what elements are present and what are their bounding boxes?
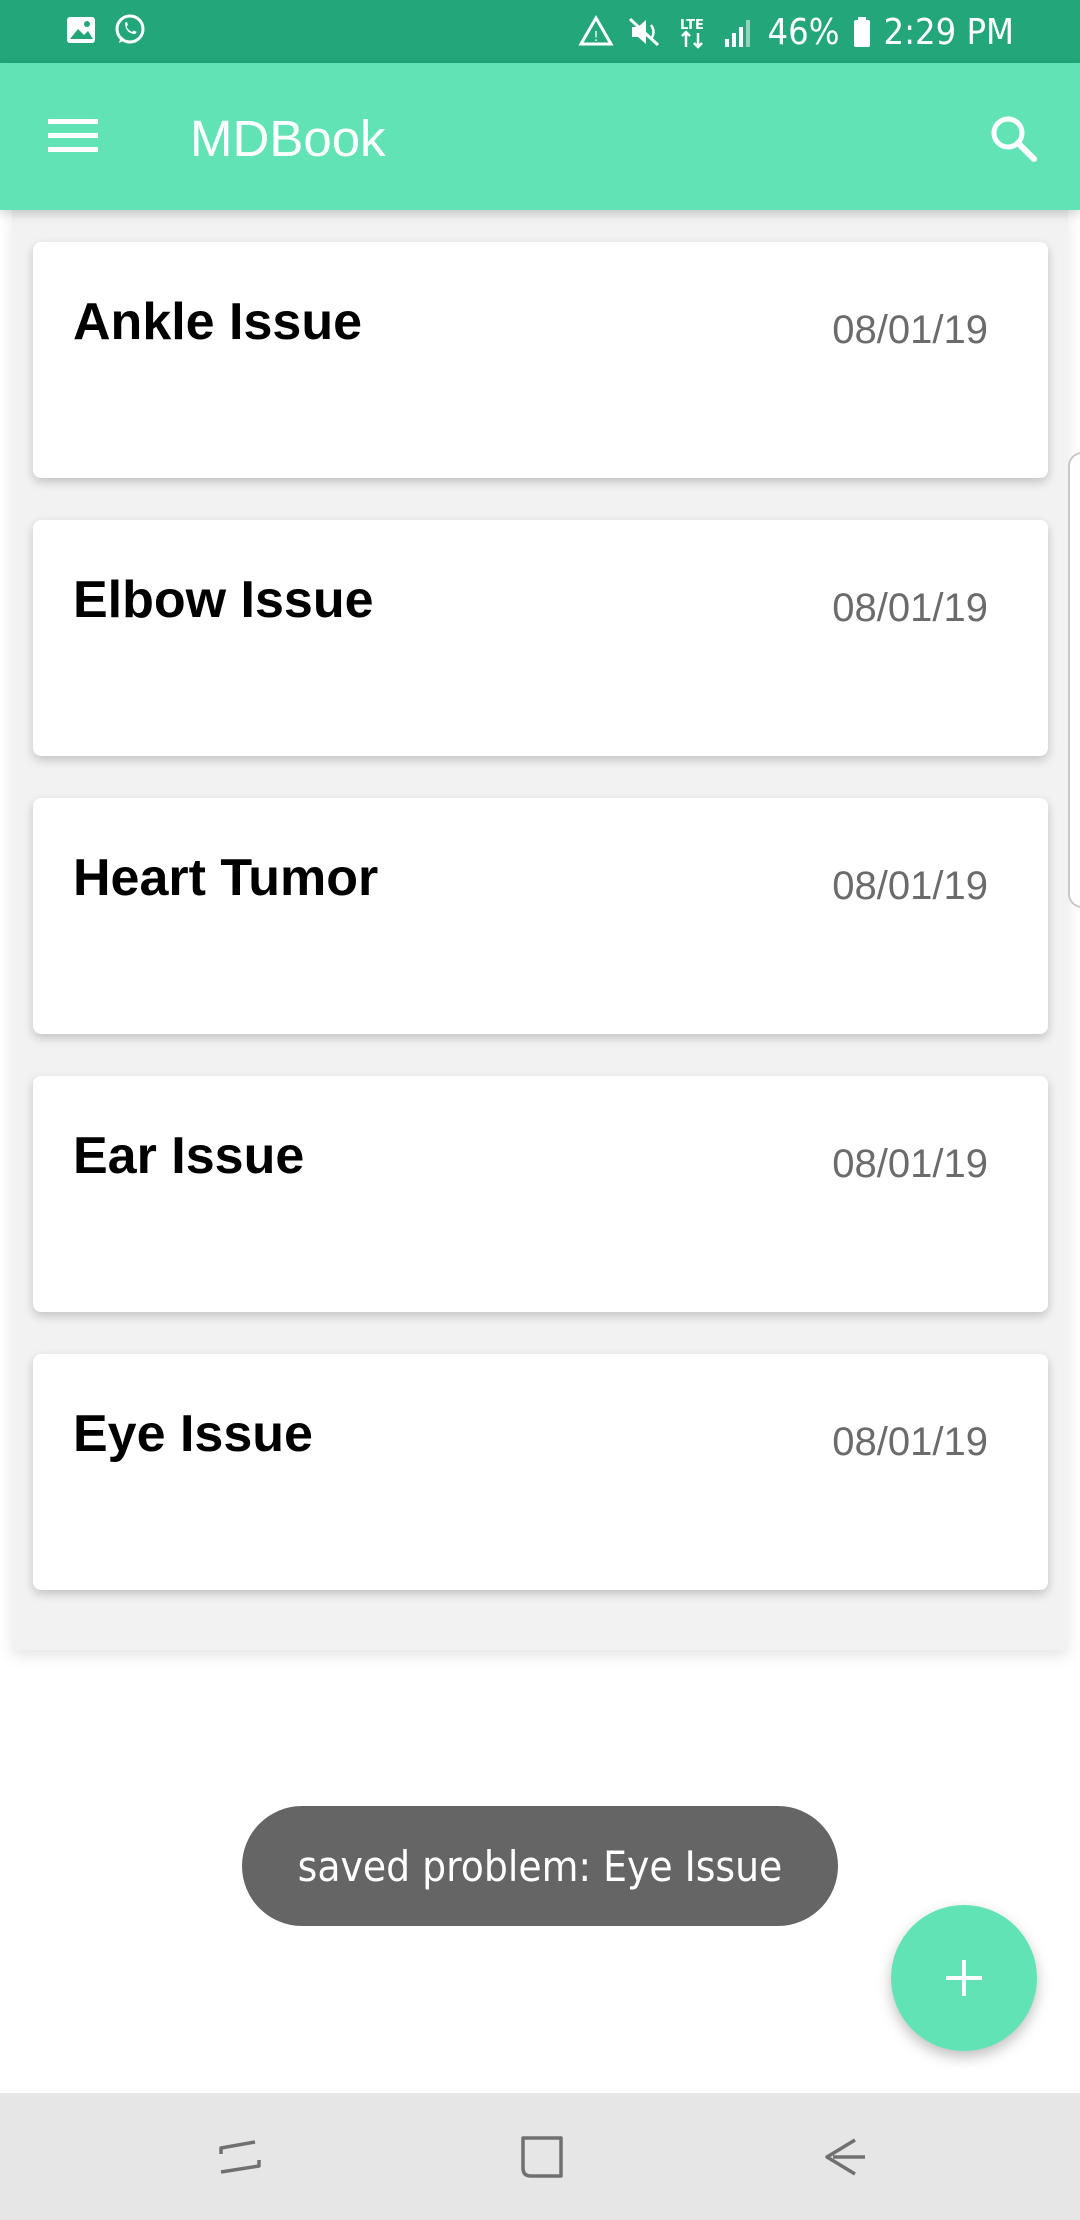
problem-date: 08/01/19 bbox=[832, 586, 988, 630]
hamburger-menu-icon bbox=[48, 119, 98, 152]
recent-apps-icon bbox=[219, 2140, 261, 2174]
whatsapp-icon bbox=[112, 12, 148, 48]
search-button[interactable] bbox=[984, 109, 1044, 169]
problem-card[interactable]: Ear Issue 08/01/19 bbox=[33, 1076, 1048, 1312]
recent-apps-button[interactable] bbox=[208, 2125, 272, 2189]
app-title: MDBook bbox=[190, 110, 386, 167]
problem-date: 08/01/19 bbox=[832, 1142, 988, 1186]
problem-date: 08/01/19 bbox=[832, 864, 988, 908]
problem-card[interactable]: Eye Issue 08/01/19 bbox=[33, 1354, 1048, 1590]
problem-date: 08/01/19 bbox=[832, 308, 988, 352]
home-icon bbox=[521, 2136, 563, 2178]
problem-list: Ankle Issue 08/01/19 Elbow Issue 08/01/1… bbox=[12, 210, 1068, 1650]
data-saver-icon: ! bbox=[577, 15, 614, 49]
plus-icon bbox=[946, 1960, 982, 1996]
problem-card[interactable]: Elbow Issue 08/01/19 bbox=[33, 520, 1048, 756]
screen: ! LTE 46% 2:29 PM MDBook Ankle Issue 08/… bbox=[0, 0, 1080, 2220]
add-problem-button[interactable] bbox=[891, 1905, 1037, 2051]
problem-title: Ear Issue bbox=[73, 1127, 305, 1185]
menu-button[interactable] bbox=[40, 109, 106, 163]
problem-card[interactable]: Ankle Issue 08/01/19 bbox=[33, 242, 1048, 478]
edge-panel-handle[interactable] bbox=[1068, 452, 1080, 908]
problem-title: Heart Tumor bbox=[73, 849, 379, 907]
back-icon bbox=[825, 2138, 865, 2176]
battery-icon bbox=[852, 15, 872, 49]
home-button[interactable] bbox=[510, 2125, 574, 2189]
problem-title: Elbow Issue bbox=[73, 571, 374, 629]
clock: 2:29 PM bbox=[883, 11, 1014, 53]
notification-icons bbox=[64, 12, 148, 48]
toast-message: saved problem: Eye Issue bbox=[242, 1806, 838, 1926]
battery-percent: 46% bbox=[767, 11, 840, 53]
app-bar: MDBook bbox=[0, 63, 1080, 210]
problem-title: Eye Issue bbox=[73, 1405, 313, 1463]
lte-icon: LTE bbox=[674, 15, 710, 49]
status-bar: ! LTE 46% 2:29 PM bbox=[0, 0, 1080, 63]
system-status: ! LTE 46% 2:29 PM bbox=[577, 8, 1014, 56]
svg-text:!: ! bbox=[593, 30, 598, 45]
navigation-bar bbox=[0, 2093, 1080, 2220]
svg-text:LTE: LTE bbox=[680, 18, 704, 33]
problem-title: Ankle Issue bbox=[73, 293, 363, 351]
mute-icon bbox=[626, 15, 662, 49]
search-icon bbox=[991, 116, 1037, 162]
problem-card[interactable]: Heart Tumor 08/01/19 bbox=[33, 798, 1048, 1034]
problem-date: 08/01/19 bbox=[832, 1420, 988, 1464]
gallery-icon bbox=[64, 13, 98, 47]
back-button[interactable] bbox=[812, 2125, 876, 2189]
signal-icon bbox=[722, 15, 756, 49]
